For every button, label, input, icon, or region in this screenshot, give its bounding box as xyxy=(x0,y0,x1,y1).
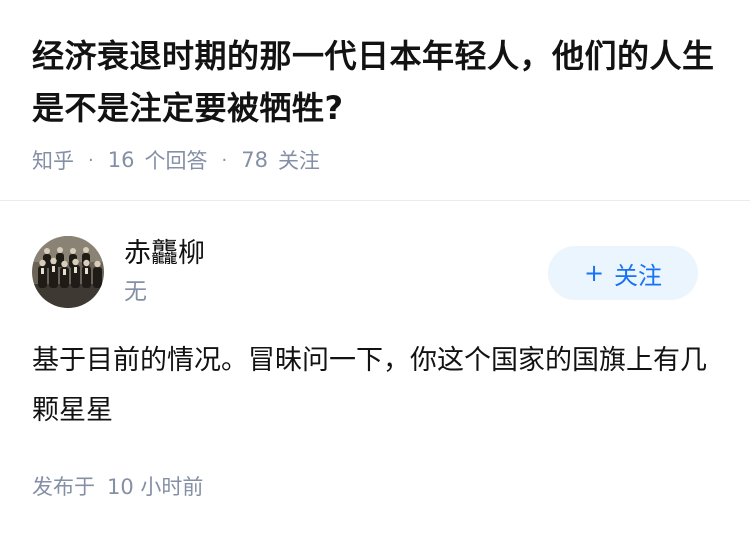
meta-separator: · xyxy=(88,149,94,171)
question-meta: 知乎 · 16 个回答 · 78 关注 xyxy=(32,142,320,178)
follow-count-label: 关注 xyxy=(277,149,320,173)
answer-content[interactable]: 基于目前的情况。冒昧问一下，你这个国家的国旗上有几颗星星 xyxy=(32,336,718,436)
follow-button[interactable]: + 关注 xyxy=(548,246,698,300)
question-title[interactable]: 经济衰退时期的那一代日本年轻人，他们的人生是不是注定要被牺牲? xyxy=(32,30,722,134)
follow-button-label: 关注 xyxy=(614,261,663,290)
author-name[interactable]: 赤龘柳 xyxy=(124,236,205,272)
author-headline: 无 xyxy=(124,279,147,305)
answer-count-label: 个回答 xyxy=(144,149,208,173)
section-divider xyxy=(0,200,750,201)
meta-separator: · xyxy=(221,149,228,171)
avatar[interactable] xyxy=(32,236,104,308)
source-label[interactable]: 知乎 xyxy=(32,145,74,175)
follow-count: 78 xyxy=(241,148,268,172)
plus-icon: + xyxy=(583,259,605,287)
publish-time-prefix: 发布于 xyxy=(32,475,95,499)
group-photo-avatar-icon xyxy=(32,236,104,308)
publish-time-value: 10 小时前 xyxy=(107,475,204,499)
answer-author-bar: 赤龘柳 无 + 关注 xyxy=(32,236,718,308)
answer-count: 16 xyxy=(107,148,135,172)
answer-publish-time: 发布于 10 小时前 xyxy=(32,468,203,504)
